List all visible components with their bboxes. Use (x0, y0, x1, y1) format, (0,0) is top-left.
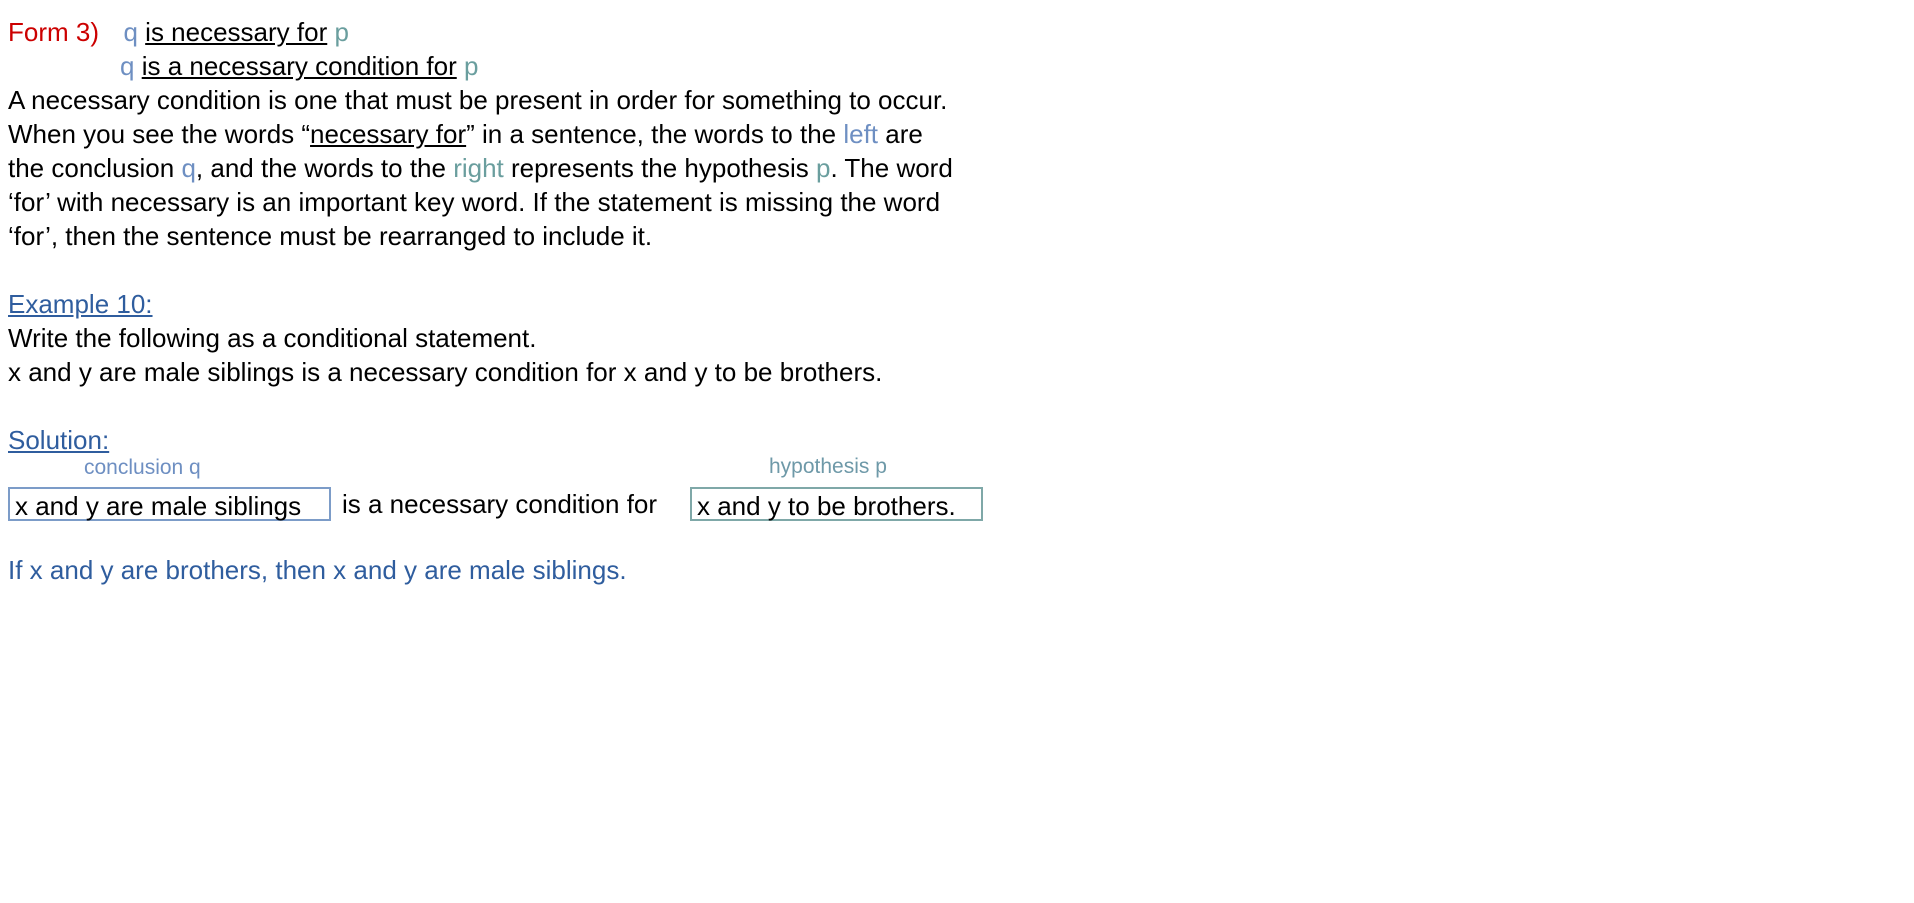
hypothesis-p-symbol: p (815, 153, 831, 183)
form-line1-phrase: is necessary for (145, 17, 328, 47)
example-heading: Example 10: (8, 289, 153, 319)
explanation-line-5: ‘for’, then the sentence must be rearran… (8, 221, 653, 251)
hypothesis-p-label: hypothesis p (769, 455, 887, 478)
word-right: right (453, 153, 504, 183)
key-phrase-necessary-for: necessary for (310, 119, 467, 149)
explanation-line2-a: When you see the words “ (8, 119, 311, 149)
explanation-line3-c: represents the hypothesis (503, 153, 816, 183)
explanation-line3-d: . The word (830, 153, 953, 183)
explanation-line3-b: , and the words to the (195, 153, 454, 183)
example-instruction: Write the following as a conditional sta… (8, 323, 537, 353)
example-statement: x and y are male siblings is a necessary… (8, 357, 883, 387)
form-line2-phrase: is a necessary condition for (141, 51, 457, 81)
conclusion-q-symbol: q (181, 153, 196, 183)
solution-answer: If x and y are brothers, then x and y ar… (8, 555, 627, 585)
form-line2-p: p (463, 51, 479, 81)
explanation-line-3: the conclusion q, and the words to the r… (8, 151, 953, 185)
explanation-line-4: ‘for’ with necessary is an important key… (8, 187, 941, 217)
form-line-2: q is a necessary condition for p (120, 49, 478, 83)
form-line-1: Form 3) q is necessary for p (8, 15, 349, 49)
word-left: left (843, 119, 879, 149)
conclusion-box: x and y are male siblings (8, 487, 331, 521)
hypothesis-box: x and y to be brothers. (690, 487, 983, 521)
document-page: Form 3) q is necessary for p q is a nece… (0, 0, 1914, 903)
form-line2-q: q (120, 51, 135, 81)
solution-heading: Solution: (8, 425, 110, 455)
explanation-line2-b: ” in a sentence, the words to the (466, 119, 844, 149)
explanation-line-1: A necessary condition is one that must b… (8, 85, 948, 115)
form-line1-q: q (123, 17, 138, 47)
solution-middle-text: is a necessary condition for (342, 489, 658, 519)
explanation-line3-a: the conclusion (8, 153, 182, 183)
form-number-label: Form 3) (8, 17, 99, 47)
conclusion-q-label: conclusion q (84, 456, 201, 479)
form-line1-p: p (334, 17, 349, 47)
explanation-line2-c: are (878, 119, 923, 149)
explanation-line-2: When you see the words “necessary for” i… (8, 117, 923, 151)
